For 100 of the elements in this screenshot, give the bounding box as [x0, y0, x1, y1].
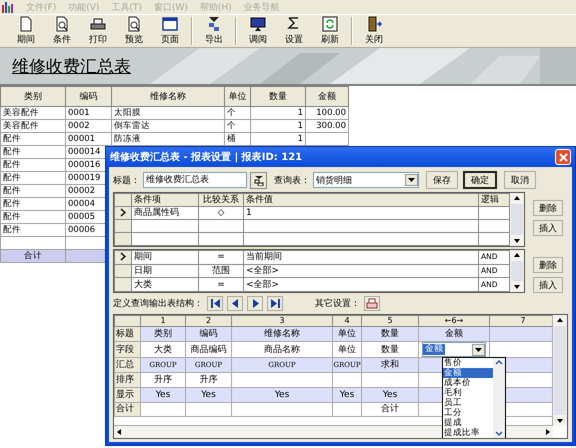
dropdown-option[interactable]: 提成比率	[443, 428, 493, 438]
picker-button[interactable]	[250, 172, 267, 188]
column-header: 3	[232, 316, 332, 326]
toolbar-button[interactable]: 关闭	[356, 16, 392, 46]
toolbar-button[interactable]: 导出	[196, 16, 232, 46]
tree-icon	[254, 174, 264, 186]
field-label: 标题：	[113, 174, 140, 186]
side-button[interactable]: 删除	[533, 257, 563, 273]
table-cell[interactable]: <全部>	[244, 264, 478, 278]
last-button[interactable]	[267, 296, 283, 311]
grid-cell[interactable]: Yes	[186, 388, 232, 402]
next-button[interactable]	[247, 296, 263, 311]
dialog-button[interactable]: 确定	[463, 171, 497, 189]
query-table-dropdown[interactable]: 销货明细	[313, 172, 419, 188]
table-cell[interactable]	[132, 232, 198, 246]
dropdown-option[interactable]: 售价	[443, 358, 493, 368]
grid-cell[interactable]: Yes	[232, 388, 332, 402]
table-cell: 0002	[66, 120, 112, 132]
table-cell[interactable]	[198, 232, 244, 246]
column-header: 逻辑	[478, 194, 510, 206]
table-cell[interactable]: 商品属性码	[132, 206, 198, 220]
app-logo-icon	[2, 2, 14, 12]
column-header: 条件值	[244, 194, 478, 206]
toolbar-button[interactable]: 期间	[8, 16, 44, 46]
section-label: 其它设置：	[315, 298, 360, 310]
table-cell[interactable]: 1	[244, 206, 478, 220]
table-cell[interactable]: ◇	[198, 206, 244, 220]
toolbar-button[interactable]: 刷新	[312, 16, 348, 46]
table-cell: 配件	[0, 224, 66, 236]
grid-cell[interactable]: Yes	[140, 388, 186, 402]
toolbar-button[interactable]: 设置	[276, 16, 312, 46]
close-button[interactable]	[555, 149, 571, 165]
grid-cell[interactable]	[186, 402, 232, 416]
table-cell[interactable]: =	[198, 250, 244, 264]
grid-cell[interactable]: Yes	[362, 388, 418, 402]
row-header: 汇总	[114, 358, 140, 372]
scrollbar[interactable]	[510, 193, 524, 246]
grid-cell[interactable]: 求和	[362, 358, 418, 372]
grid-cell[interactable]: 金额	[418, 342, 490, 358]
window-icon	[162, 16, 178, 32]
section-label: 定义查询输出表结构：	[113, 298, 203, 310]
grid-cell[interactable]: Yes	[332, 388, 362, 402]
grid-cell[interactable]: 数量	[362, 326, 418, 342]
table-cell[interactable]: 范围	[198, 264, 244, 278]
side-button[interactable]: 删除	[533, 200, 563, 216]
scrollbar[interactable]	[510, 250, 524, 292]
table-cell[interactable]: <全部>	[244, 278, 478, 292]
grid-cell[interactable]	[332, 402, 362, 416]
scrollbar[interactable]	[552, 315, 567, 426]
toolbar-button[interactable]: 条件	[44, 16, 80, 46]
grid-cell[interactable]: 编码	[186, 326, 232, 342]
column-header: 条件项	[132, 194, 198, 206]
dialog-button[interactable]: 取消	[504, 171, 536, 189]
toolbar-button[interactable]: 打印	[80, 16, 116, 46]
dropdown-option[interactable]: 提成	[443, 418, 493, 428]
settings-button[interactable]	[364, 296, 380, 311]
table-cell: 配件	[0, 172, 66, 184]
side-button[interactable]: 插入	[533, 277, 563, 293]
row-header: 合计	[114, 402, 140, 416]
first-button[interactable]	[207, 296, 223, 311]
column-header: 数量	[250, 86, 306, 106]
dialog-button[interactable]: 保存	[426, 171, 458, 189]
toolbar-button[interactable]: 页面	[152, 16, 188, 46]
grid-cell[interactable]: 维修名称	[232, 326, 332, 342]
dropdown-option[interactable]: 员工	[443, 398, 493, 408]
field-dropdown[interactable]: 金额	[422, 342, 486, 356]
grid-cell[interactable]: 金额	[418, 326, 490, 342]
table-cell[interactable]: 当前期间	[244, 250, 478, 264]
table-cell: 配件	[0, 146, 66, 158]
table-cell[interactable]: 日期	[132, 264, 198, 278]
dropdown-option[interactable]: 工分	[443, 408, 493, 418]
row-indicator[interactable]	[114, 206, 132, 220]
table-cell[interactable]	[244, 232, 478, 246]
side-button[interactable]: 插入	[533, 220, 563, 236]
table-cell: 1	[250, 106, 306, 120]
grid-cell[interactable]: 单位	[332, 326, 362, 342]
grid-cell[interactable]	[232, 402, 332, 416]
grid-cell[interactable]	[140, 402, 186, 416]
dropdown-option[interactable]: 金额	[443, 368, 493, 378]
table-cell: 美容配件	[0, 106, 66, 120]
grid-cell[interactable]: 类别	[140, 326, 186, 342]
toolbar-button[interactable]: 预览	[116, 16, 152, 46]
row-header: 标题	[114, 326, 140, 342]
monitor-icon	[250, 16, 266, 32]
previous-button[interactable]	[227, 296, 243, 311]
table-cell[interactable]	[244, 220, 478, 232]
row-indicator[interactable]	[114, 250, 132, 264]
toolbar-button[interactable]: 调阅	[240, 16, 276, 46]
dropdown-arrow-icon	[475, 348, 482, 352]
table-cell[interactable]	[198, 220, 244, 232]
table-cell[interactable]: 期间	[132, 250, 198, 264]
table-cell[interactable]	[132, 220, 198, 232]
pointer-icon	[120, 252, 126, 262]
table-cell[interactable]: 大类	[132, 278, 198, 292]
pointer-icon	[120, 208, 126, 218]
title-field[interactable]: 维修收费汇总表	[143, 172, 247, 188]
dropdown-option[interactable]: 成本价	[443, 378, 493, 388]
dropdown-option[interactable]: 毛利	[443, 388, 493, 398]
table-cell[interactable]: =	[198, 278, 244, 292]
grid-cell[interactable]: 合计	[362, 402, 418, 416]
